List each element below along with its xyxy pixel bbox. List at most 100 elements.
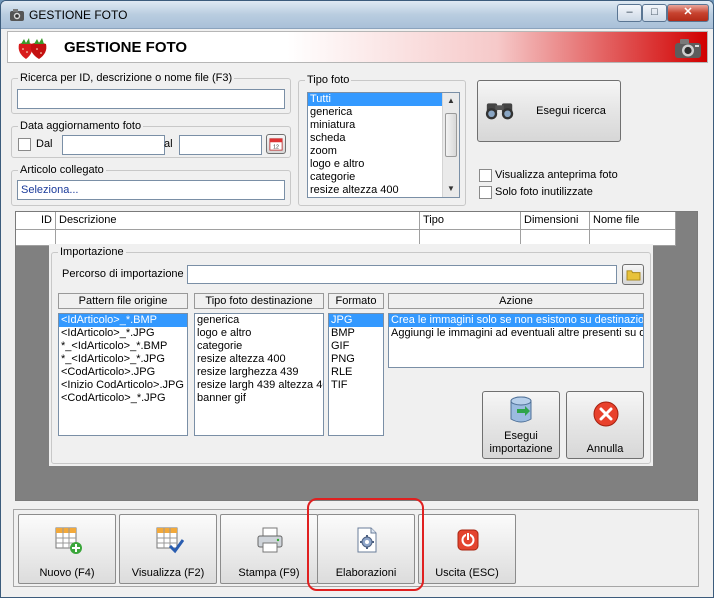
article-group: Articolo collegato Seleziona... (11, 164, 291, 206)
pattern-item[interactable]: <CodArticolo>.JPG (59, 366, 187, 379)
format-item[interactable]: JPG (329, 314, 383, 327)
grid-col-filename[interactable]: Nome file (590, 212, 676, 230)
photo-type-scrollbar[interactable]: ▲ ▼ (442, 93, 459, 197)
unused-checkbox[interactable] (479, 186, 492, 199)
import-panel: Importazione Percorso di importazione : … (49, 244, 653, 466)
photo-type-item[interactable]: zoom (308, 145, 459, 158)
dest-type-item[interactable]: resize altezza 400 (195, 353, 323, 366)
scroll-down-arrow-icon[interactable]: ▼ (443, 181, 459, 197)
import-group: Importazione Percorso di importazione : … (51, 246, 651, 464)
date-filter-group: Data aggiornamento foto Dal al 12 (11, 120, 291, 158)
svg-text:12: 12 (273, 144, 279, 150)
folder-icon (626, 270, 641, 281)
power-exit-icon (457, 529, 479, 551)
search-group: Ricerca per ID, descrizione o nome file … (11, 72, 291, 114)
pattern-item[interactable]: <IdArticolo>_*.JPG (59, 327, 187, 340)
photo-type-item[interactable]: generica (308, 106, 459, 119)
dest-type-item[interactable]: generica (195, 314, 323, 327)
date-from-label: Dal (36, 138, 53, 150)
print-button-label: Stampa (F9) (238, 567, 300, 579)
new-button[interactable]: Nuovo (F4) (18, 514, 116, 584)
format-item[interactable]: PNG (329, 353, 383, 366)
format-item[interactable]: BMP (329, 327, 383, 340)
grid-col-type[interactable]: Tipo (420, 212, 521, 230)
photo-type-item[interactable]: resize altezza 400 (308, 184, 459, 197)
photo-type-group: Tipo foto Tutti generica miniatura sched… (298, 74, 466, 206)
date-to-label: al (164, 138, 173, 150)
maximize-button[interactable]: □ (642, 4, 667, 22)
exit-button[interactable]: Uscita (ESC) (418, 514, 516, 584)
browse-folder-button[interactable] (622, 264, 644, 285)
main-window: GESTIONE FOTO – □ ✕ GESTIONE FOTO Ricerc… (0, 0, 714, 598)
action-item[interactable]: Aggiungi le immagini ad eventuali altre … (389, 327, 643, 340)
photo-type-item[interactable]: categorie (308, 171, 459, 184)
unused-label: Solo foto inutilizzate (495, 186, 593, 198)
format-item[interactable]: TIF (329, 379, 383, 392)
add-record-icon (55, 527, 82, 554)
run-import-button[interactable]: Esegui importazione (482, 391, 560, 459)
print-button[interactable]: Stampa (F9) (220, 514, 318, 584)
calendar-button[interactable]: 12 (266, 134, 286, 154)
pattern-item[interactable]: <IdArticolo>_*.BMP (59, 314, 187, 327)
calendar-icon: 12 (269, 138, 283, 151)
photo-type-item[interactable]: logo e altro (308, 158, 459, 171)
search-button[interactable]: Esegui ricerca (477, 80, 621, 142)
run-import-label-1: Esegui (504, 430, 538, 442)
strawberries-logo-icon (18, 38, 47, 59)
header-banner: GESTIONE FOTO (7, 31, 708, 63)
action-list[interactable]: Crea le immagini solo se non esistono su… (388, 313, 644, 368)
minimize-button[interactable]: – (617, 4, 642, 22)
view-button-label: Visualizza (F2) (131, 567, 205, 579)
camera-app-icon (10, 9, 24, 21)
photo-type-legend: Tipo foto (305, 74, 352, 86)
printer-icon (257, 527, 283, 553)
search-legend: Ricerca per ID, descrizione o nome file … (18, 72, 235, 84)
article-legend: Articolo collegato (18, 164, 106, 176)
highlight-ring (307, 498, 424, 591)
pattern-item[interactable]: <CodArticolo>_*.JPG (59, 392, 187, 405)
pattern-list[interactable]: <IdArticolo>_*.BMP <IdArticolo>_*.JPG *_… (58, 313, 188, 436)
photo-type-item[interactable]: Tutti (308, 93, 459, 106)
pattern-item[interactable]: *_<IdArticolo>_*.JPG (59, 353, 187, 366)
date-filter-checkbox[interactable] (18, 138, 31, 151)
exit-button-label: Uscita (ESC) (435, 567, 499, 579)
dest-type-list[interactable]: generica logo e altro categorie resize a… (194, 313, 324, 436)
dest-type-item[interactable]: resize largh 439 altezza 40 (195, 379, 323, 392)
format-item[interactable]: RLE (329, 366, 383, 379)
camera-icon (675, 39, 701, 58)
scroll-thumb[interactable] (445, 113, 457, 157)
article-select[interactable]: Seleziona... (17, 180, 285, 200)
format-item[interactable]: GIF (329, 340, 383, 353)
search-input[interactable] (17, 89, 285, 109)
dest-type-item[interactable]: categorie (195, 340, 323, 353)
import-path-label: Percorso di importazione : (62, 268, 190, 280)
format-list[interactable]: JPG BMP GIF PNG RLE TIF (328, 313, 384, 436)
dest-type-item[interactable]: resize larghezza 439 (195, 366, 323, 379)
photo-type-item[interactable]: miniatura (308, 119, 459, 132)
import-legend: Importazione (58, 246, 126, 258)
action-item[interactable]: Crea le immagini solo se non esistono su… (389, 314, 643, 327)
grid-col-dimensions[interactable]: Dimensioni (521, 212, 590, 230)
pattern-item[interactable]: <Inizio CodArticolo>.JPG (59, 379, 187, 392)
date-from-input[interactable] (62, 135, 165, 155)
database-import-icon (510, 396, 532, 423)
page-title: GESTIONE FOTO (64, 39, 188, 56)
grid-col-id[interactable]: ID (16, 212, 56, 230)
photo-type-list[interactable]: Tutti generica miniatura scheda zoom log… (307, 92, 460, 198)
photo-type-item[interactable]: scheda (308, 132, 459, 145)
grid-col-description[interactable]: Descrizione (56, 212, 420, 230)
scroll-up-arrow-icon[interactable]: ▲ (443, 93, 459, 109)
view-button[interactable]: Visualizza (F2) (119, 514, 217, 584)
cancel-button[interactable]: Annulla (566, 391, 644, 459)
date-to-input[interactable] (179, 135, 262, 155)
import-path-input[interactable] (187, 265, 617, 284)
pattern-item[interactable]: *_<IdArticolo>_*.BMP (59, 340, 187, 353)
date-filter-legend: Data aggiornamento foto (18, 120, 144, 132)
preview-checkbox[interactable] (479, 169, 492, 182)
view-record-icon (156, 527, 184, 554)
close-button[interactable]: ✕ (667, 4, 709, 22)
dest-type-item[interactable]: logo e altro (195, 327, 323, 340)
cancel-icon (593, 401, 619, 427)
dest-type-item[interactable]: banner gif (195, 392, 323, 405)
title-bar: GESTIONE FOTO – □ ✕ (1, 1, 713, 29)
